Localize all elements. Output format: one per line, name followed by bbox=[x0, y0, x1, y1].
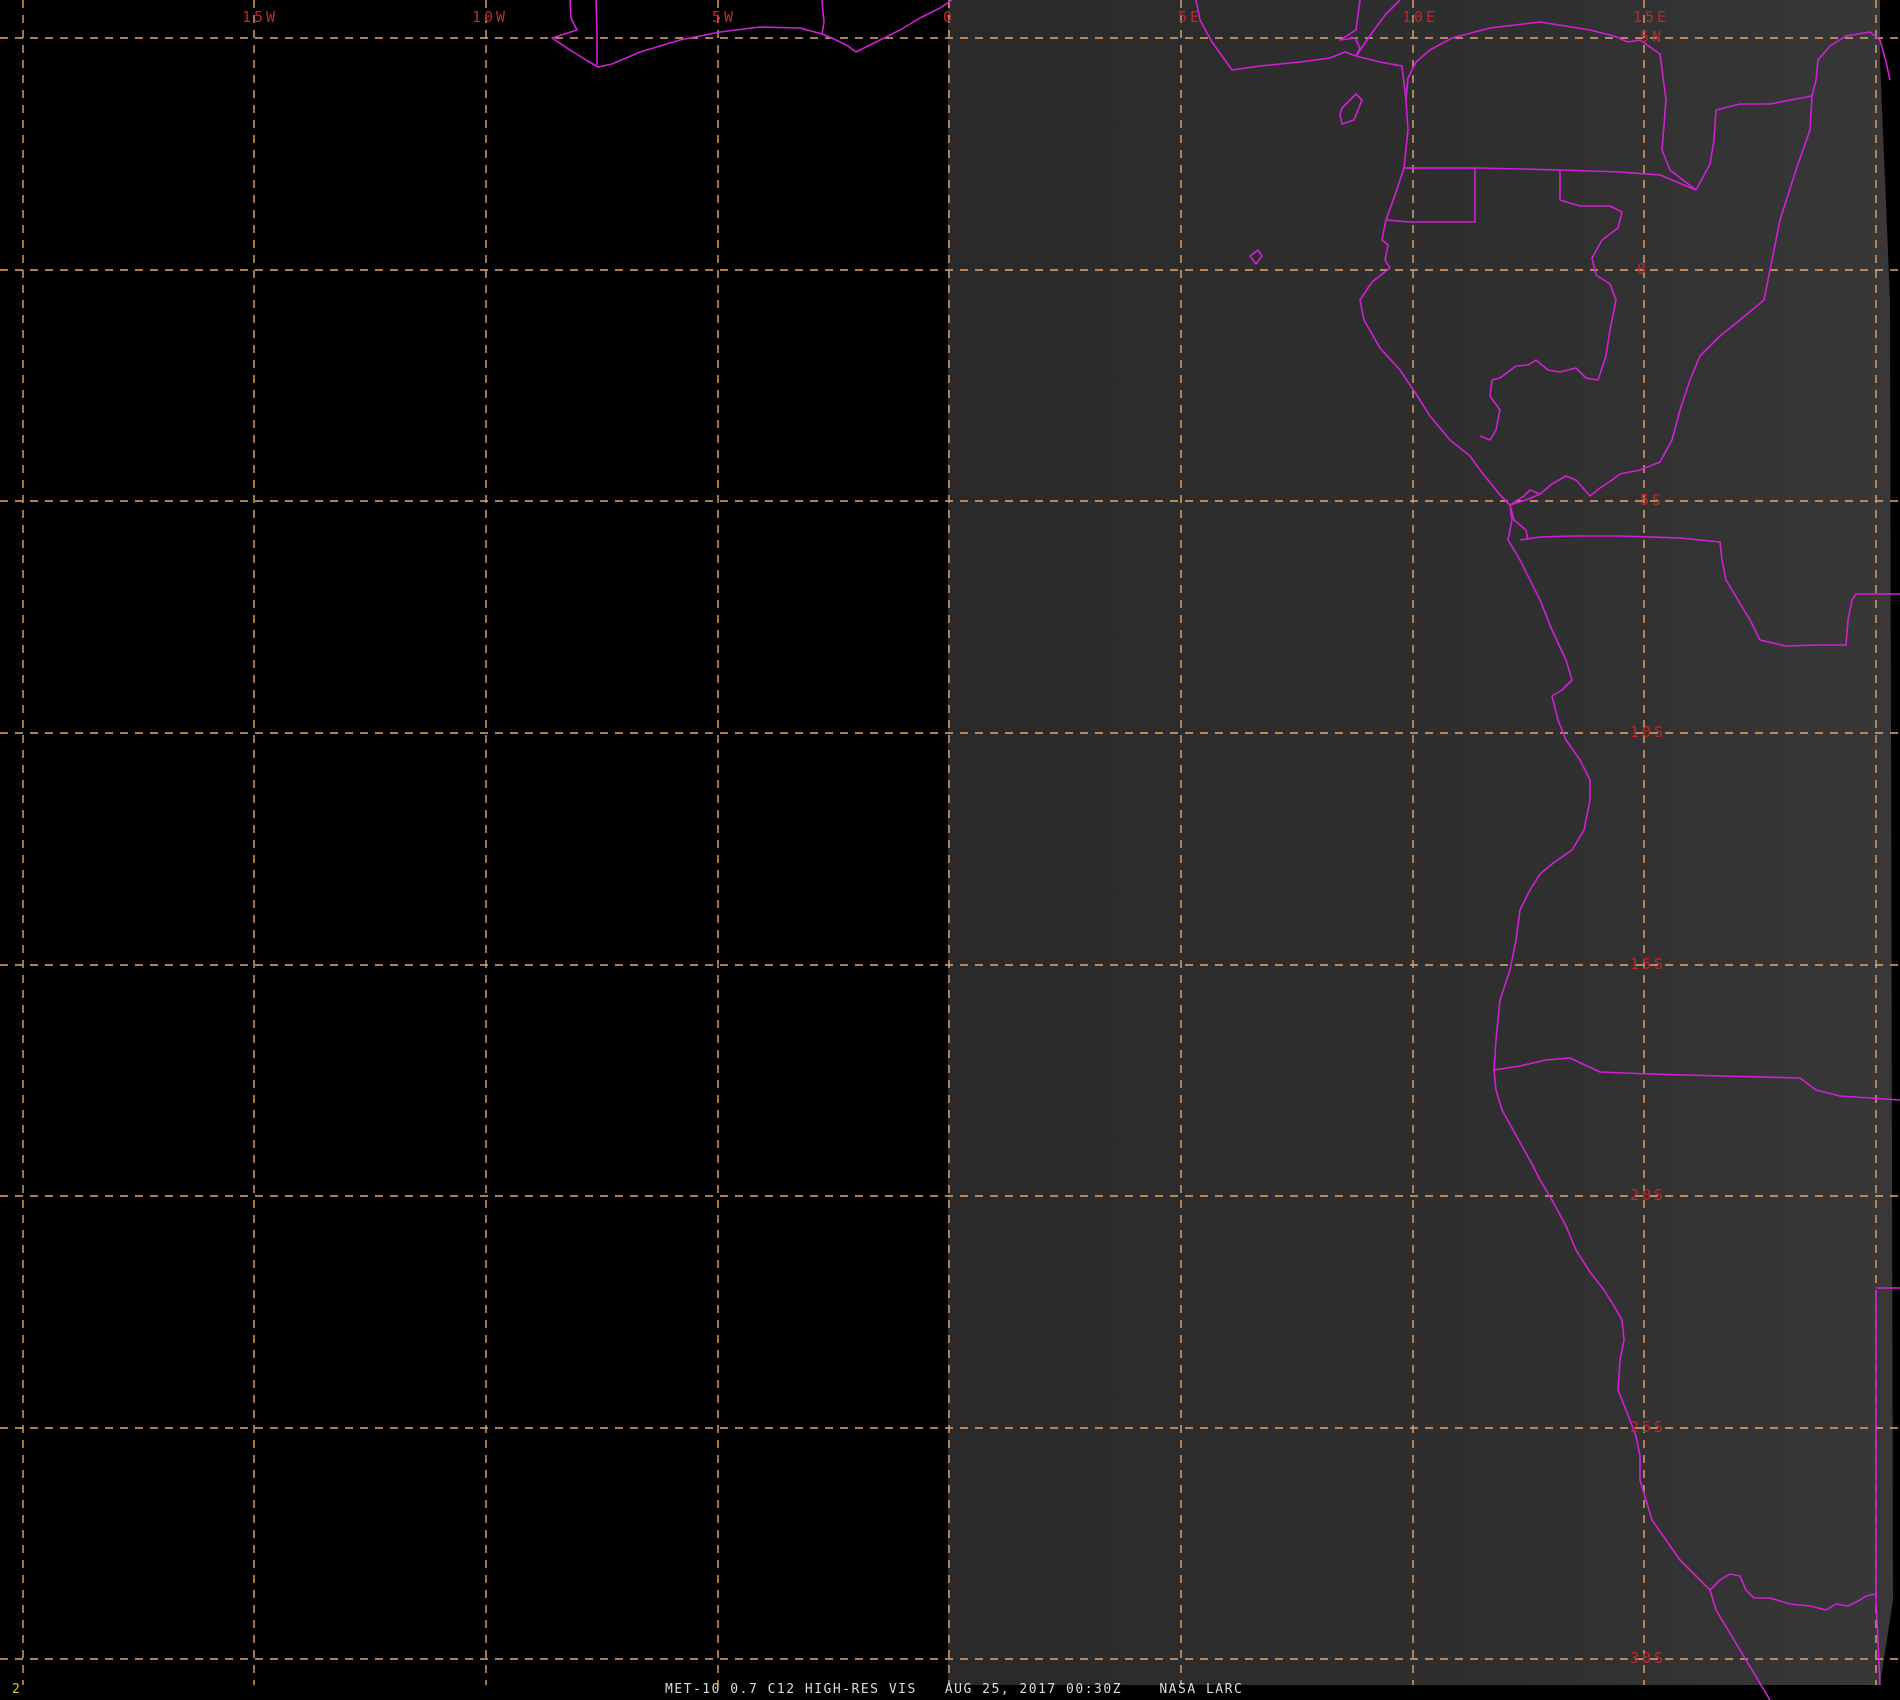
lat-label: 20S bbox=[1630, 1186, 1666, 1204]
satellite-image-region bbox=[948, 0, 1893, 1685]
image-caption: MET-10 0.7 C12 HIGH-RES VIS AUG 25, 2017… bbox=[665, 1682, 1243, 1697]
lat-label: 5S bbox=[1640, 491, 1664, 509]
lon-label: 15W bbox=[242, 8, 278, 26]
lon-label: 5W bbox=[712, 8, 736, 26]
lon-label: 5E bbox=[1178, 8, 1202, 26]
lon-label: 10W bbox=[472, 8, 508, 26]
lon-label: 10E bbox=[1402, 8, 1438, 26]
lon-label: 0 bbox=[943, 8, 955, 26]
lat-label: 10S bbox=[1630, 723, 1666, 741]
frame-number: 2 bbox=[12, 1682, 20, 1697]
lat-label: 0 bbox=[1637, 260, 1649, 278]
border-togo bbox=[821, 0, 825, 35]
border-ghana bbox=[595, 0, 598, 65]
caption-channel: MET-10 0.7 C12 HIGH-RES VIS bbox=[665, 1682, 917, 1697]
caption-datetime: AUG 25, 2017 00:30Z bbox=[944, 1682, 1123, 1697]
lat-label: 30S bbox=[1630, 1649, 1666, 1667]
coastline-west-africa bbox=[551, 0, 953, 68]
caption-credit: NASA LARC bbox=[1159, 1682, 1244, 1697]
satellite-map: 15W 10W 5W 0 5E 10E 15E 5N 0 5S 10S 15S … bbox=[0, 0, 1900, 1700]
lon-label: 15E bbox=[1633, 8, 1669, 26]
image-footer: 2 MET-10 0.7 C12 HIGH-RES VIS AUG 25, 20… bbox=[0, 1680, 1900, 1700]
lat-label: 25S bbox=[1630, 1418, 1666, 1436]
lat-label: 15S bbox=[1630, 955, 1666, 973]
lat-label: 5N bbox=[1640, 28, 1664, 46]
